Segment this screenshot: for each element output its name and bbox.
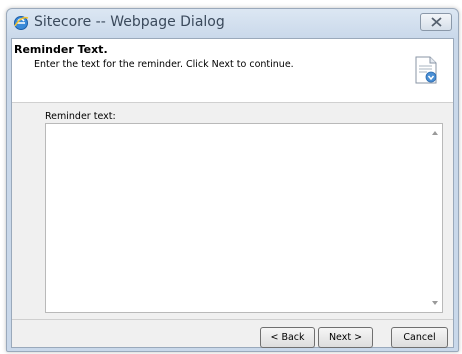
close-icon xyxy=(431,17,442,27)
title-bar[interactable]: Sitecore -- Webpage Dialog xyxy=(7,9,458,39)
vertical-scrollbar[interactable] xyxy=(428,124,442,312)
reminder-text-input[interactable] xyxy=(46,124,429,312)
wizard-header: Reminder Text. Enter the text for the re… xyxy=(12,39,453,103)
reminder-text-field[interactable] xyxy=(45,123,443,313)
next-button[interactable]: Next > xyxy=(318,327,373,348)
ie-icon xyxy=(13,15,29,31)
dialog-window: Sitecore -- Webpage Dialog Reminder Text… xyxy=(6,8,459,352)
scroll-down-arrow-icon[interactable] xyxy=(431,299,439,307)
dialog-body: Reminder Text. Enter the text for the re… xyxy=(11,38,454,348)
scroll-up-arrow-icon[interactable] xyxy=(431,129,439,137)
header-title: Reminder Text. xyxy=(14,43,108,56)
footer-divider xyxy=(12,319,453,320)
close-button[interactable] xyxy=(420,13,452,31)
window-title: Sitecore -- Webpage Dialog xyxy=(34,14,225,30)
document-icon xyxy=(413,56,439,84)
back-button[interactable]: < Back xyxy=(260,327,315,348)
cancel-button[interactable]: Cancel xyxy=(391,327,448,348)
header-description: Enter the text for the reminder. Click N… xyxy=(34,59,294,70)
reminder-text-label: Reminder text: xyxy=(45,111,116,122)
